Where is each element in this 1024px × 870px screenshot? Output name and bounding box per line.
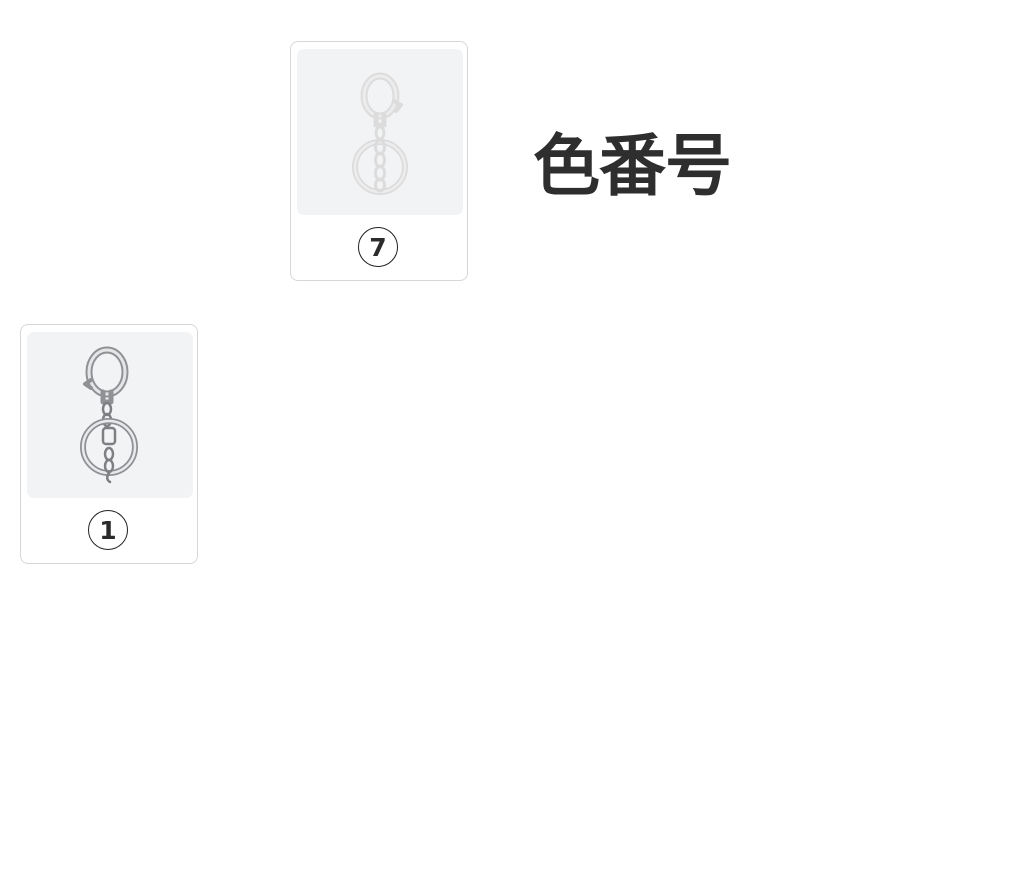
swatch-number-badge: 7 <box>358 227 398 267</box>
color-swatch-7[interactable]: 7 <box>290 41 468 281</box>
page-heading: 色番号 <box>533 127 732 205</box>
keyring-clasp-clear-icon <box>352 72 408 195</box>
swatch-number-badge: 1 <box>88 510 128 550</box>
swatch-image-7 <box>297 49 463 215</box>
color-swatch-1[interactable]: 1 <box>20 324 198 564</box>
keyring-clasp-silver-icon <box>80 346 138 484</box>
swatch-image-1 <box>27 332 193 498</box>
